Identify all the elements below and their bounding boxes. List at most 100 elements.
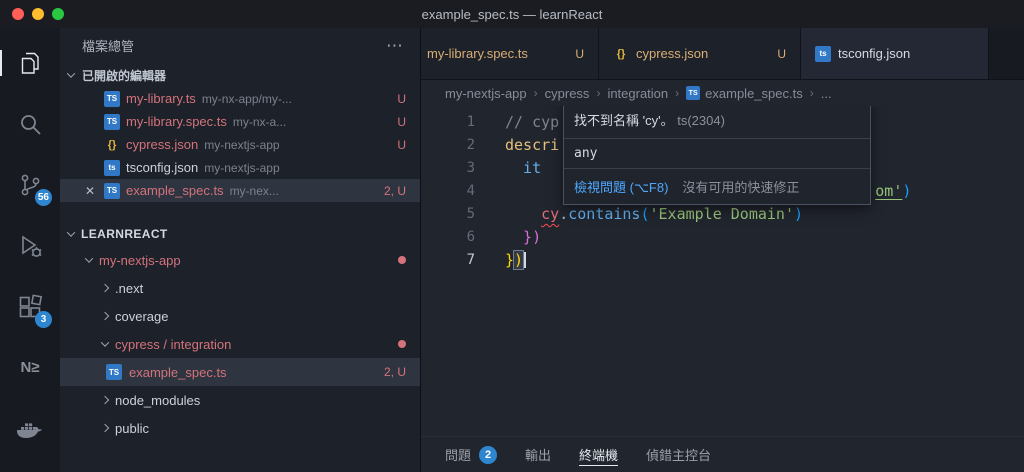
- error-hover-tooltip: 找不到名稱 'cy'。 ts(2304) any 檢視問題 (⌥F8) 沒有可用…: [563, 106, 871, 205]
- titlebar: example_spec.ts — learnReact: [0, 0, 1024, 28]
- code-line: 6 }): [421, 226, 1024, 249]
- panel-tab-output[interactable]: 輸出: [525, 437, 551, 472]
- file-name: example_spec.ts: [126, 183, 224, 198]
- open-editor-item-tsconfig-json[interactable]: ts tsconfig.json my-nextjs-app: [60, 156, 420, 179]
- json-file-icon: {}: [107, 138, 117, 151]
- breadcrumb: my-nextjs-app › cypress › integration › …: [421, 80, 1024, 106]
- activity-search[interactable]: [15, 109, 45, 139]
- close-window-button[interactable]: [12, 8, 24, 20]
- breadcrumb-item-more[interactable]: ...: [821, 86, 832, 101]
- view-problem-link[interactable]: 檢視問題 (⌥F8): [574, 177, 668, 196]
- tab-my-library-spec-ts[interactable]: my-library.spec.ts U: [421, 28, 599, 79]
- line-number: 5: [466, 206, 475, 222]
- search-icon: [21, 115, 41, 135]
- breadcrumb-item[interactable]: cypress: [545, 86, 590, 101]
- minimize-window-button[interactable]: [32, 8, 44, 20]
- tree-item-example-spec-ts[interactable]: TS example_spec.ts 2, U: [60, 358, 420, 386]
- file-path: my-nx-a...: [232, 114, 287, 129]
- extensions-badge: 3: [35, 311, 52, 328]
- ts-file-icon: TS: [686, 86, 701, 100]
- activity-run-debug[interactable]: [15, 231, 45, 261]
- error-message: 找不到名稱 'cy'。: [574, 113, 674, 128]
- breadcrumb-item-file[interactable]: TS example_spec.ts: [686, 86, 803, 101]
- open-editor-item-example-spec-ts[interactable]: TS example_spec.ts my-nex... 2, U: [60, 179, 420, 202]
- code-token-function: it: [505, 159, 542, 177]
- tab-cypress-json[interactable]: {} cypress.json U: [599, 28, 801, 79]
- chevron-separator-icon: ›: [533, 86, 538, 100]
- panel-tab-debug-console[interactable]: 偵錯主控台: [646, 437, 711, 472]
- tree-item-public[interactable]: public: [60, 414, 420, 442]
- activity-source-control[interactable]: 56: [15, 170, 52, 206]
- code-editor[interactable]: 1 // cyp 2 descri 3 it 4 om') 5 cy.conta…: [421, 106, 1024, 436]
- vscode-window: example_spec.ts — learnReact 56 3 N≥ 檔案總…: [0, 0, 1024, 472]
- code-token-bracket: (: [640, 205, 650, 223]
- text-cursor: [524, 252, 526, 268]
- chevron-separator-icon: ›: [675, 86, 680, 100]
- code-line: 7 }): [421, 249, 1024, 272]
- chevron-separator-icon: ›: [809, 86, 814, 100]
- problems-git-badge: 2, U: [383, 183, 406, 198]
- file-name: cypress.json: [126, 137, 199, 152]
- code-token-function: descri: [505, 136, 560, 154]
- open-editor-item-my-library-spec-ts[interactable]: TS my-library.spec.ts my-nx-a... U: [60, 110, 420, 133]
- tree-item-coverage[interactable]: coverage: [60, 302, 420, 330]
- code-token-method: contains: [568, 205, 641, 223]
- tree-item-next[interactable]: .next: [60, 274, 420, 302]
- activity-docker[interactable]: [15, 414, 45, 444]
- more-actions-icon[interactable]: [386, 36, 404, 56]
- tooltip-message-row: 找不到名稱 'cy'。 ts(2304): [564, 106, 870, 138]
- breadcrumb-label: ...: [820, 85, 832, 101]
- git-status-badge: U: [575, 46, 584, 61]
- tab-label: cypress.json: [636, 46, 709, 61]
- activity-nx-console[interactable]: [15, 353, 45, 383]
- open-editor-item-my-library-ts[interactable]: TS my-library.ts my-nx-app/my-... U: [60, 87, 420, 110]
- type-info: any: [564, 138, 870, 168]
- breadcrumb-item[interactable]: my-nextjs-app: [445, 86, 527, 101]
- panel-tab-problems[interactable]: 問題 2: [445, 437, 498, 472]
- window-title: example_spec.ts — learnReact: [421, 6, 603, 22]
- chevron-down-icon: [66, 69, 76, 78]
- open-editors-header[interactable]: 已開啟的編輯器: [60, 63, 420, 87]
- tree-item-node-modules[interactable]: node_modules: [60, 386, 420, 414]
- tooltip-actions-row: 檢視問題 (⌥F8) 沒有可用的快速修正: [564, 168, 870, 204]
- code-token-bracket-match: ): [513, 250, 525, 270]
- file-name: my-library.spec.ts: [126, 114, 227, 129]
- no-quickfix-hint: 沒有可用的快速修正: [682, 180, 800, 195]
- sidebar-title: 檔案總管: [82, 39, 135, 54]
- git-status-badge: U: [397, 137, 406, 152]
- activity-extensions[interactable]: 3: [15, 292, 52, 328]
- activity-explorer[interactable]: [0, 48, 45, 78]
- docker-whale-icon: [17, 423, 42, 438]
- breadcrumb-item[interactable]: integration: [607, 86, 668, 101]
- tab-tsconfig-json[interactable]: ts tsconfig.json: [801, 28, 989, 79]
- tsconfig-file-icon: ts: [815, 45, 831, 62]
- folder-name: node_modules: [115, 392, 201, 408]
- file-path: my-nextjs-app: [204, 160, 280, 175]
- close-icon[interactable]: [82, 184, 98, 198]
- line-number: 4: [466, 183, 475, 199]
- file-path: my-nextjs-app: [204, 137, 280, 152]
- open-editor-item-cypress-json[interactable]: {} cypress.json my-nextjs-app U: [60, 133, 420, 156]
- panel-tab-label: 偵錯主控台: [646, 448, 712, 463]
- breadcrumb-label: cypress: [544, 85, 590, 101]
- modified-dot-badge: [398, 256, 406, 264]
- open-editors-label: 已開啟的編輯器: [82, 68, 167, 83]
- line-number: 1: [466, 114, 475, 130]
- chevron-right-icon: [100, 423, 110, 433]
- tree-item-cypress-integration[interactable]: cypress / integration: [60, 330, 420, 358]
- folder-name: coverage: [115, 308, 169, 324]
- chevron-down-icon: [66, 228, 76, 237]
- breadcrumb-label: example_spec.ts: [705, 85, 803, 101]
- code-token-bracket: }): [505, 228, 542, 246]
- workspace-name: LEARNREACT: [81, 227, 168, 241]
- panel-tab-terminal[interactable]: 終端機: [579, 437, 619, 472]
- code-token-bracket: ): [794, 205, 804, 223]
- panel-tab-label: 問題: [445, 448, 472, 463]
- ts-file-icon: TS: [104, 182, 120, 199]
- workspace-header[interactable]: LEARNREACT: [60, 222, 420, 246]
- zoom-window-button[interactable]: [52, 8, 64, 20]
- breadcrumb-label: my-nextjs-app: [445, 85, 527, 101]
- tsconfig-file-icon: ts: [104, 159, 120, 176]
- tree-item-my-nextjs-app[interactable]: my-nextjs-app: [60, 246, 420, 274]
- sidebar-explorer: 檔案總管 已開啟的編輯器 TS my-library.ts my-nx-app/…: [60, 28, 420, 472]
